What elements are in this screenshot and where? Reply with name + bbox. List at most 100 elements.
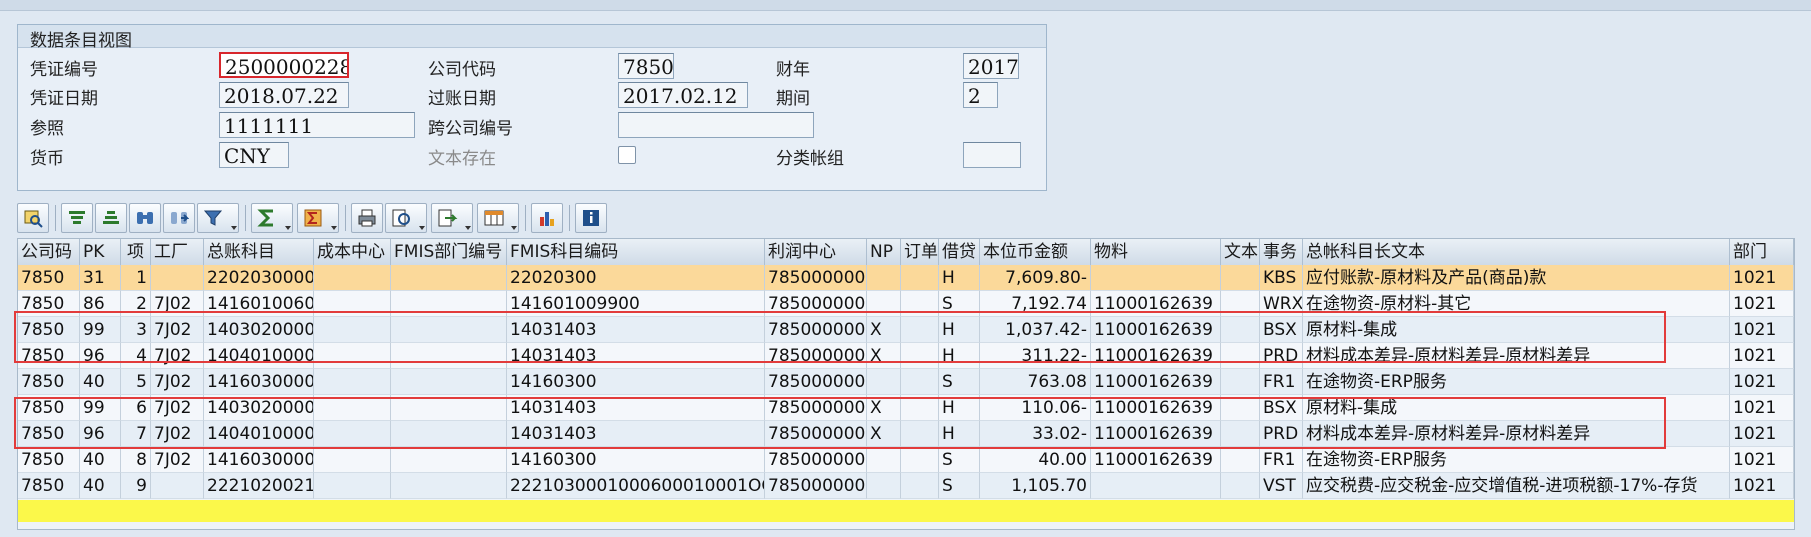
cell-fmis-dept[interactable] (391, 473, 507, 499)
table-row[interactable]: 7850 40 8 7J02 1416030000 14160300 7850000001 S… (18, 447, 1794, 473)
cell-gl-long-text[interactable]: 材料成本差异-原材料差异-原材料差异 (1303, 421, 1730, 447)
cell-np[interactable]: X (867, 317, 901, 343)
cell-gl-account[interactable]: 2202030000 (204, 265, 314, 291)
table-row[interactable]: 7850 86 2 7J02 1416010060 141601009900 7850000… (18, 291, 1794, 317)
cell-line-item[interactable]: 9 (121, 473, 151, 499)
cell-debit-credit[interactable]: S (939, 447, 980, 473)
info-icon[interactable] (575, 203, 607, 233)
cell-transaction[interactable]: FR1 (1260, 369, 1303, 395)
cell-transaction[interactable]: WRX (1260, 291, 1303, 317)
cell-department[interactable]: 1021 (1730, 291, 1794, 317)
cell-transaction[interactable]: VST (1260, 473, 1303, 499)
table-row[interactable]: 7850 40 5 7J02 1416030000 14160300 7850000001 S… (18, 369, 1794, 395)
cell-line-item[interactable]: 3 (121, 317, 151, 343)
print-icon[interactable] (351, 203, 383, 233)
cell-profit-center[interactable]: 7850000001 (765, 265, 867, 291)
cell-amount[interactable]: 7,192.74 (980, 291, 1091, 317)
posting-date-field[interactable]: 2017.02.12 (618, 82, 748, 108)
cell-gl-long-text[interactable]: 原材料-集成 (1303, 395, 1730, 421)
cell-text[interactable] (1221, 447, 1260, 473)
cell-gl-long-text[interactable]: 应交税费-应交税金-应交增值税-进项税额-17%-存货 (1303, 473, 1730, 499)
column-header-plant[interactable]: 工厂 (151, 239, 204, 265)
cell-transaction[interactable]: PRD (1260, 343, 1303, 369)
cell-posting-key[interactable]: 99 (80, 317, 121, 343)
cell-cost-center[interactable] (314, 317, 391, 343)
cell-text[interactable] (1221, 265, 1260, 291)
cell-plant[interactable] (151, 265, 204, 291)
cell-posting-key[interactable]: 31 (80, 265, 121, 291)
column-header-fmis-account[interactable]: FMIS科目编码 (507, 239, 765, 265)
cell-line-item[interactable]: 7 (121, 421, 151, 447)
column-header-department[interactable]: 部门 (1730, 239, 1794, 265)
cell-debit-credit[interactable]: S (939, 473, 980, 499)
cell-order[interactable] (901, 369, 939, 395)
cell-fmis-account[interactable]: 14031403 (507, 421, 765, 447)
cell-cost-center[interactable] (314, 421, 391, 447)
cell-cost-center[interactable] (314, 265, 391, 291)
total-icon[interactable] (251, 203, 293, 233)
cell-line-item[interactable]: 4 (121, 343, 151, 369)
layout-icon[interactable] (477, 203, 519, 233)
column-header-material[interactable]: 物料 (1091, 239, 1221, 265)
find-next-icon[interactable] (163, 203, 195, 233)
cell-material[interactable]: 11000162639 (1091, 447, 1221, 473)
cell-order[interactable] (901, 291, 939, 317)
cell-np[interactable] (867, 473, 901, 499)
cell-text[interactable] (1221, 291, 1260, 317)
cell-material[interactable]: 11000162639 (1091, 291, 1221, 317)
cell-amount[interactable]: 7,609.80- (980, 265, 1091, 291)
cell-line-item[interactable]: 5 (121, 369, 151, 395)
doc-no-field[interactable]: 2500000228 (219, 52, 349, 78)
cell-posting-key[interactable]: 40 (80, 473, 121, 499)
cell-debit-credit[interactable]: H (939, 343, 980, 369)
cell-department[interactable]: 1021 (1730, 421, 1794, 447)
cell-material[interactable] (1091, 473, 1221, 499)
cell-amount[interactable]: 40.00 (980, 447, 1091, 473)
cell-company-code[interactable]: 7850 (18, 369, 80, 395)
cell-company-code[interactable]: 7850 (18, 447, 80, 473)
cell-fmis-dept[interactable] (391, 395, 507, 421)
cell-order[interactable] (901, 473, 939, 499)
currency-field[interactable]: CNY (219, 142, 289, 168)
cell-gl-long-text[interactable]: 在途物资-ERP服务 (1303, 369, 1730, 395)
find-icon[interactable] (129, 203, 161, 233)
cell-fmis-account[interactable]: 2221030001000600010001OO (507, 473, 765, 499)
cell-company-code[interactable]: 7850 (18, 265, 80, 291)
cell-amount[interactable]: 1,037.42- (980, 317, 1091, 343)
column-header-debit-credit[interactable]: 借贷 (939, 239, 980, 265)
ledger-group-field[interactable] (963, 142, 1021, 168)
cell-plant[interactable]: 7J02 (151, 421, 204, 447)
cell-posting-key[interactable]: 86 (80, 291, 121, 317)
cell-order[interactable] (901, 447, 939, 473)
cell-cost-center[interactable] (314, 291, 391, 317)
cell-debit-credit[interactable]: H (939, 317, 980, 343)
cell-fmis-dept[interactable] (391, 265, 507, 291)
table-row[interactable]: 7850 96 4 7J02 1404010000 14031403 7850000001 X… (18, 343, 1794, 369)
cell-material[interactable]: 11000162639 (1091, 395, 1221, 421)
cell-department[interactable]: 1021 (1730, 473, 1794, 499)
cell-debit-credit[interactable]: S (939, 369, 980, 395)
cell-text[interactable] (1221, 395, 1260, 421)
period-field[interactable]: 2 (963, 82, 998, 108)
cell-debit-credit[interactable]: H (939, 421, 980, 447)
cell-gl-account[interactable]: 1404010000 (204, 343, 314, 369)
cell-amount[interactable]: 110.06- (980, 395, 1091, 421)
column-header-order[interactable]: 订单 (901, 239, 939, 265)
cell-material[interactable]: 11000162639 (1091, 317, 1221, 343)
column-header-transaction[interactable]: 事务 (1260, 239, 1303, 265)
cross-company-field[interactable] (618, 112, 814, 138)
cell-amount[interactable]: 311.22- (980, 343, 1091, 369)
cell-profit-center[interactable]: 7850000001 (765, 343, 867, 369)
cell-cost-center[interactable] (314, 473, 391, 499)
cell-fmis-account[interactable]: 14031403 (507, 395, 765, 421)
cell-plant[interactable]: 7J02 (151, 395, 204, 421)
cell-gl-long-text[interactable]: 在途物资-ERP服务 (1303, 447, 1730, 473)
cell-fmis-account[interactable]: 14160300 (507, 369, 765, 395)
subtotal-icon[interactable] (297, 203, 339, 233)
cell-plant[interactable]: 7J02 (151, 291, 204, 317)
column-header-gl-long-text[interactable]: 总帐科目长文本 (1303, 239, 1730, 265)
cell-plant[interactable]: 7J02 (151, 317, 204, 343)
text-exists-checkbox[interactable] (618, 146, 636, 164)
cell-transaction[interactable]: BSX (1260, 317, 1303, 343)
cell-posting-key[interactable]: 96 (80, 421, 121, 447)
